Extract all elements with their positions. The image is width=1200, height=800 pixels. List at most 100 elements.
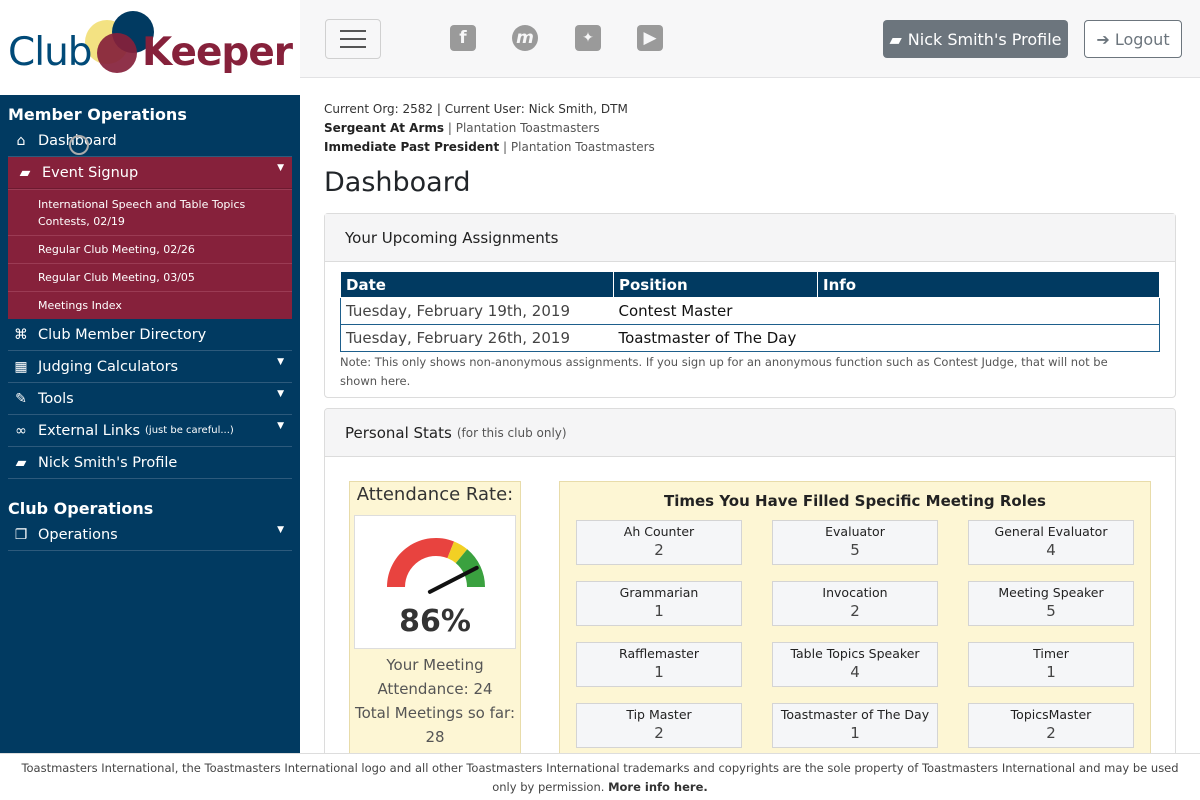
role-count: 5	[1046, 602, 1056, 620]
caret-down-icon: ▼	[277, 389, 284, 399]
sidebar-item-label: External Links	[38, 422, 141, 439]
column-header-info: Info	[817, 271, 1160, 298]
member-operations-title: Member Operations	[8, 104, 187, 124]
briefcase-icon: ▰	[19, 164, 31, 181]
attendance-gauge: 86%	[354, 515, 516, 649]
role-count: 4	[1046, 541, 1056, 559]
club-operations-title: Club Operations	[8, 498, 154, 518]
role-name: Tip Master	[626, 707, 692, 722]
role-count-box: Invocation 2	[772, 581, 938, 626]
profile-button[interactable]: ▰ Nick Smith's Profile	[883, 20, 1068, 58]
role-count-box: TopicsMaster 2	[968, 703, 1134, 748]
clubkeeper-logo[interactable]: Club Keeper	[0, 0, 300, 95]
assignment-info	[817, 297, 1160, 325]
gauge-segment	[387, 538, 455, 587]
role-name: Invocation	[822, 585, 888, 600]
sidebar-item-label: Nick Smith's Profile	[38, 454, 178, 471]
caret-down-icon: ▼	[277, 421, 284, 431]
twitter-icon[interactable]: ✦	[575, 25, 601, 51]
event-signup-item-meetings-index[interactable]: Meetings Index	[8, 291, 292, 319]
copy-icon: ❐	[14, 526, 28, 543]
menu-toggle-button[interactable]	[325, 19, 381, 59]
page-title: Dashboard	[324, 167, 471, 198]
role-count: 1	[1046, 663, 1056, 681]
youtube-icon[interactable]: ▶	[637, 25, 663, 51]
sidebar-item-dashboard[interactable]: ⌂ Dashboard	[8, 125, 292, 157]
meetup-icon[interactable]: m	[512, 25, 538, 51]
event-signup-item-contests[interactable]: International Speech and Table Topics Co…	[8, 189, 292, 235]
role-count: 4	[850, 663, 860, 681]
role-name: Evaluator	[825, 524, 885, 539]
top-bar: f m ✦ ▶ ▰ Nick Smith's Profile ➔ Logout	[300, 0, 1200, 78]
role-count-box: Grammarian 1	[576, 581, 742, 626]
sidebar-item-label: Operations	[38, 526, 118, 543]
sidebar-item-label: Tools	[38, 390, 74, 407]
role-name: Timer	[1033, 646, 1069, 661]
role-name: Table Topics Speaker	[790, 646, 920, 661]
main-content: Current Org: 2582 | Current User: Nick S…	[324, 100, 1176, 768]
role-count-box: Rafflemaster 1	[576, 642, 742, 687]
role-count-box: Tip Master 2	[576, 703, 742, 748]
facebook-icon[interactable]: f	[450, 25, 476, 51]
role-count: 1	[850, 724, 860, 742]
role-count: 2	[850, 602, 860, 620]
personal-stats-card: Personal Stats (for this club only) Atte…	[324, 408, 1176, 768]
home-icon: ⌂	[16, 132, 26, 149]
role-count: 1	[654, 663, 664, 681]
sidebar-item-club-member-directory[interactable]: ⌘ Club Member Directory	[8, 319, 292, 351]
stats-title: Personal Stats	[345, 423, 452, 442]
table-row: Tuesday, February 19th, 2019 Contest Mas…	[340, 297, 1160, 325]
sidebar-item-operations[interactable]: ❐ Operations ▼	[8, 519, 292, 551]
user-role-line: Sergeant At Arms | Plantation Toastmaste…	[324, 121, 600, 135]
role-count: 5	[850, 541, 860, 559]
profile-button-label: Nick Smith's Profile	[907, 29, 1062, 49]
attendance-percent: 86%	[399, 604, 471, 639]
role-count: 1	[654, 602, 664, 620]
assignment-date: Tuesday, February 26th, 2019	[340, 324, 614, 352]
assignment-date: Tuesday, February 19th, 2019	[340, 297, 614, 325]
calculator-icon: ▦	[14, 358, 28, 375]
logout-button[interactable]: ➔ Logout	[1084, 20, 1182, 58]
footer-text: Toastmasters International, the Toastmas…	[21, 761, 1179, 794]
attendance-title: Attendance Rate:	[356, 484, 514, 505]
sidebar-item-profile[interactable]: ▰ Nick Smith's Profile	[8, 447, 292, 479]
briefcase-icon: ▰	[15, 454, 27, 471]
sidebar-item-external-links[interactable]: ∞ External Links (just be careful...) ▼	[8, 415, 292, 447]
table-row: Tuesday, February 26th, 2019 Toastmaster…	[340, 324, 1160, 352]
footer: Toastmasters International, the Toastmas…	[0, 753, 1200, 800]
assignment-position: Contest Master	[613, 297, 818, 325]
sign-out-icon: ➔	[1096, 29, 1110, 49]
logo-circle-red	[97, 33, 137, 73]
event-signup-item-meeting-0226[interactable]: Regular Club Meeting, 02/26	[8, 235, 292, 263]
more-info-link[interactable]: More info here.	[608, 780, 708, 794]
caret-down-icon: ▼	[277, 357, 284, 367]
bank-icon: ⌘	[14, 326, 28, 343]
roles-title: Times You Have Filled Specific Meeting R…	[664, 492, 1046, 510]
attendance-details: Your Meeting Attendance: 24 Total Meetin…	[354, 656, 516, 746]
column-header-position: Position	[613, 271, 818, 298]
assignment-position: Toastmaster of The Day	[613, 324, 818, 352]
sidebar-item-label: Judging Calculators	[38, 358, 179, 375]
sidebar-item-tools[interactable]: ✎ Tools ▼	[8, 383, 292, 415]
sidebar-item-judging-calculators[interactable]: ▦ Judging Calculators ▼	[8, 351, 292, 383]
event-signup-item-meeting-0305[interactable]: Regular Club Meeting, 03/05	[8, 263, 292, 291]
role-count-box: Timer 1	[968, 642, 1134, 687]
stats-subtitle: (for this club only)	[456, 425, 567, 440]
assignments-note: Note: This only shows non-anonymous assi…	[340, 355, 1108, 388]
sidebar-item-event-signup[interactable]: ▰ Event Signup ▼	[8, 157, 292, 189]
role-name: Meeting Speaker	[998, 585, 1104, 600]
role-count-box: Table Topics Speaker 4	[772, 642, 938, 687]
caret-down-icon: ▼	[277, 163, 284, 173]
assignments-table: Date Position Info Tuesday, February 19t…	[340, 271, 1160, 352]
sidebar: Club Keeper Member Operations ⌂ Dashboar…	[0, 0, 300, 800]
role-count: 2	[654, 724, 664, 742]
current-org-line: Current Org: 2582 | Current User: Nick S…	[324, 102, 628, 116]
role-name: Ah Counter	[623, 524, 695, 539]
external-links-warning: (just be careful...)	[145, 425, 234, 436]
role-name: General Evaluator	[994, 524, 1108, 539]
role-count-box: General Evaluator 4	[968, 520, 1134, 565]
upcoming-assignments-card: Your Upcoming Assignments Date Position …	[324, 213, 1176, 398]
briefcase-icon: ▰	[889, 29, 902, 49]
logo-text-keeper: Keeper	[142, 30, 293, 75]
logout-button-label: Logout	[1114, 29, 1170, 49]
